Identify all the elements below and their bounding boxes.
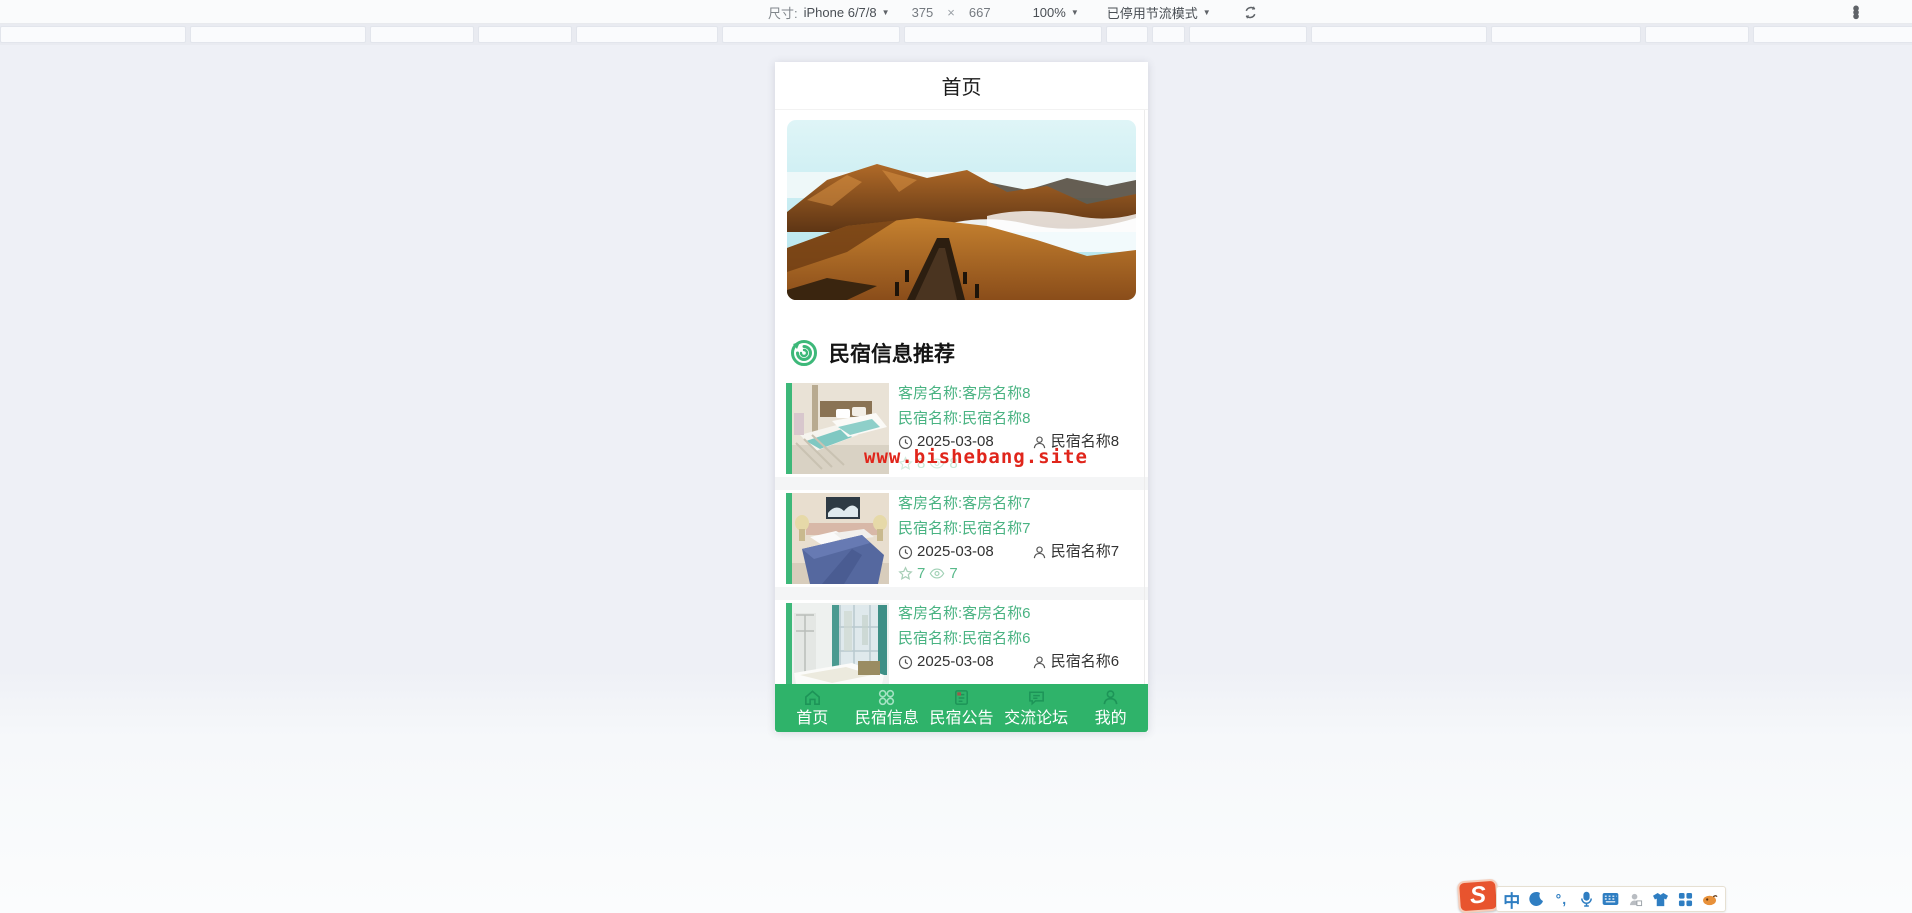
tab-label: 交流论坛 [1004, 710, 1069, 727]
bnb-name: 民宿名称:民宿名称8 [898, 410, 1031, 427]
media-query-segment[interactable] [1753, 26, 1912, 43]
recommend-list: 客房名称:客房名称8 民宿名称:民宿名称8 2025-03-08 民宿名称8 8… [775, 380, 1148, 684]
media-query-segment[interactable] [722, 26, 900, 43]
throttling-select[interactable]: 已停用节流模式 ▼ [1107, 3, 1211, 22]
view-count: 7 [949, 565, 958, 582]
room-photo [792, 493, 889, 584]
list-item[interactable]: 客房名称:客房名称7 民宿名称:民宿名称7 2025-03-08 民宿名称7 7… [775, 490, 1148, 587]
zoom-select[interactable]: 100% ▼ [1033, 5, 1079, 20]
list-item[interactable]: 客房名称:客房名称8 民宿名称:民宿名称8 2025-03-08 民宿名称8 8… [775, 380, 1148, 477]
emoji-icon[interactable] [1700, 889, 1720, 909]
person-icon [1032, 655, 1047, 670]
media-query-segment[interactable] [478, 26, 572, 43]
star-icon [898, 566, 913, 580]
media-query-segment[interactable] [1152, 26, 1185, 43]
grid-icon [877, 687, 896, 708]
viewport-height-field[interactable]: 667 [969, 5, 991, 20]
bnb-name: 民宿名称:民宿名称6 [898, 630, 1031, 647]
voice-input-icon[interactable] [1576, 889, 1596, 909]
toolbox-icon[interactable] [1675, 889, 1695, 909]
media-query-segment[interactable] [1311, 26, 1487, 43]
banner-carousel[interactable] [787, 120, 1136, 300]
bnb-name: 民宿名称:民宿名称7 [898, 520, 1031, 537]
media-query-bar[interactable] [0, 24, 1912, 45]
user-icon [1101, 687, 1120, 708]
sogou-letter: S [1469, 881, 1487, 910]
tab-forum[interactable]: 交流论坛 [999, 684, 1074, 732]
list-item[interactable]: 客房名称:客房名称6 民宿名称:民宿名称6 2025-03-08 民宿名称6 [775, 600, 1148, 684]
rating-row: 7 7 [898, 565, 1138, 582]
punctuation-icon[interactable]: °, [1551, 889, 1571, 909]
section-header: 民宿信息推荐 [789, 338, 955, 368]
sogou-logo[interactable]: S [1456, 878, 1500, 913]
person-icon [1032, 545, 1047, 560]
notice-icon [952, 687, 971, 708]
clock-icon [898, 655, 913, 670]
tab-label: 民宿信息 [854, 710, 919, 727]
room-photo [792, 603, 889, 684]
rotate-device-icon[interactable] [1241, 2, 1261, 22]
media-query-segment[interactable] [904, 26, 1102, 43]
landscape-banner-image [787, 120, 1136, 300]
chinese-mode-icon[interactable]: 中 [1502, 889, 1522, 911]
room-name: 客房名称:客房名称6 [898, 605, 1031, 622]
publish-date: 2025-03-08 [917, 543, 994, 560]
publish-date: 2025-03-08 [917, 653, 994, 670]
skin-icon[interactable] [1651, 889, 1671, 909]
more-options-icon[interactable]: ● ● ● [1852, 1, 1860, 22]
size-label: 尺寸: [768, 5, 798, 21]
tab-label: 我的 [1094, 710, 1127, 727]
star-count: 7 [917, 565, 926, 582]
eye-icon [930, 568, 945, 579]
media-query-segment[interactable] [0, 26, 186, 43]
tab-home[interactable]: 首页 [775, 684, 850, 732]
media-query-segment[interactable] [1189, 26, 1307, 43]
tab-mine[interactable]: 我的 [1073, 684, 1148, 732]
account-icon[interactable] [1626, 889, 1646, 909]
media-query-segment[interactable] [1106, 26, 1148, 43]
tab-bnb-info[interactable]: 民宿信息 [850, 684, 925, 732]
times-sign: × [947, 4, 955, 20]
app-header: 首页 [775, 62, 1148, 110]
viewport-scrollbar[interactable] [1144, 110, 1145, 684]
viewport-width-field[interactable]: 375 [912, 5, 934, 20]
media-query-segment[interactable] [576, 26, 718, 43]
media-query-segment[interactable] [1645, 26, 1749, 43]
device-viewport: 首页 民宿信息推荐 客房名称:客房名称8 民宿名称:民宿名称8 2025-03-… [775, 62, 1148, 732]
owner-name: 民宿名称6 [1050, 653, 1120, 670]
room-name: 客房名称:客房名称8 [898, 385, 1031, 402]
recommend-swirl-icon [791, 340, 817, 366]
media-query-segment[interactable] [370, 26, 474, 43]
clock-icon [898, 545, 913, 560]
media-query-segment[interactable] [190, 26, 366, 43]
tab-label: 首页 [796, 710, 829, 727]
tab-label: 民宿公告 [929, 710, 994, 727]
tab-bnb-notice[interactable]: 民宿公告 [924, 684, 999, 732]
device-select[interactable]: iPhone 6/7/8 ▼ [804, 5, 890, 20]
chevron-down-icon: ▼ [881, 7, 890, 17]
chevron-down-icon: ▼ [1202, 7, 1211, 17]
room-name: 客房名称:客房名称7 [898, 495, 1031, 512]
section-title: 民宿信息推荐 [829, 343, 955, 366]
night-mode-icon[interactable] [1527, 889, 1547, 909]
forum-icon [1027, 687, 1046, 708]
devtools-device-toolbar: 尺寸: iPhone 6/7/8 ▼ 375 × 667 100% ▼ 已停用节… [0, 0, 1912, 24]
owner-name: 民宿名称7 [1050, 543, 1120, 560]
site-watermark: www.bishebang.site [864, 446, 1088, 468]
page-title: 首页 [941, 77, 982, 99]
chevron-down-icon: ▼ [1070, 7, 1079, 17]
media-query-segment[interactable] [1491, 26, 1641, 43]
bottom-tab-bar: 首页 民宿信息 民宿公告 交流论坛 我的 [775, 684, 1148, 732]
ime-toolbar: 中 °, [1496, 886, 1726, 912]
soft-keyboard-icon[interactable] [1601, 889, 1621, 909]
home-icon [803, 687, 822, 708]
